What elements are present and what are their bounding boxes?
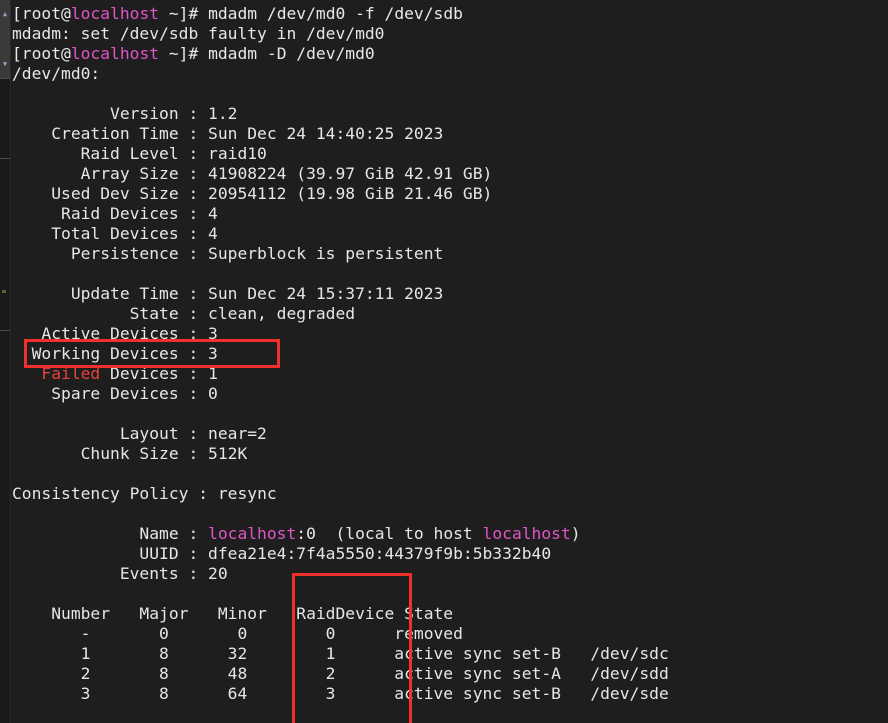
detail-label: Persistence : <box>12 244 209 263</box>
prompt-hostname: localhost <box>70 44 160 63</box>
detail-value: 3 <box>208 344 218 363</box>
scrollbar-divider <box>0 330 10 331</box>
detail-label: UUID : <box>12 544 209 563</box>
detail-events: Events : 20 <box>11 564 888 584</box>
prompt-prefix: [root@ <box>12 44 71 63</box>
detail-value: 20954112 (19.98 GiB 21.46 GB) <box>208 184 493 203</box>
detail-label: Raid Devices : <box>12 204 209 223</box>
detail-value: clean, degraded <box>208 304 356 323</box>
detail-layout: Layout : near=2 <box>11 424 888 444</box>
scrollbar-divider <box>0 158 10 159</box>
detail-value-hostname: localhost <box>208 524 297 543</box>
detail-label: Devices : <box>100 364 209 383</box>
detail-label: Name : <box>12 524 209 543</box>
detail-label: Creation Time : <box>12 124 209 143</box>
detail-value: Sun Dec 24 14:40:25 2023 <box>208 124 444 143</box>
detail-value: 0 <box>208 384 218 403</box>
detail-label: Spare Devices : <box>12 384 209 403</box>
detail-version: Version : 1.2 <box>11 104 888 124</box>
detail-active-devices: Active Devices : 3 <box>11 324 888 344</box>
detail-uuid: UUID : dfea21e4:7f4a5550:44379f9b:5b332b… <box>11 544 888 564</box>
table-row: 3 8 64 3 active sync set-B /dev/sde <box>12 684 669 703</box>
command-text: mdadm /dev/md0 -f /dev/sdb <box>208 4 463 23</box>
detail-value: 3 <box>208 324 218 343</box>
detail-value: resync <box>217 484 277 503</box>
detail-used-dev-size: Used Dev Size : 20954112 (19.98 GiB 21.4… <box>11 184 888 204</box>
device-table-header: Number Major Minor RaidDevice State <box>12 604 454 623</box>
detail-label: Active Devices : <box>12 324 209 343</box>
detail-working-devices: Working Devices : 3 <box>11 344 888 364</box>
scrollbar-up-arrow-icon[interactable]: ▲ <box>1 10 9 18</box>
table-row: 1 8 32 1 active sync set-B /dev/sdc <box>12 644 669 663</box>
detail-value: dfea21e4:7f4a5550:44379f9b:5b332b40 <box>208 544 552 563</box>
detail-value: 512K <box>208 444 248 463</box>
detail-value: near=2 <box>208 424 267 443</box>
detail-array-size: Array Size : 41908224 (39.97 GiB 42.91 G… <box>11 164 888 184</box>
detail-label: State : <box>12 304 209 323</box>
detail-spare-devices: Spare Devices : 0 <box>11 384 888 404</box>
detail-chunk-size: Chunk Size : 512K <box>11 444 888 464</box>
scrollbar-down-arrow-icon[interactable]: ▼ <box>1 60 9 68</box>
prompt-suffix: ~]# <box>159 4 209 23</box>
detail-update-time: Update Time : Sun Dec 24 15:37:11 2023 <box>11 284 888 304</box>
detail-label: Version : <box>12 104 209 123</box>
failed-keyword: Failed <box>41 364 101 383</box>
terminal-screen[interactable]: [root@localhost ~]# mdadm /dev/md0 -f /d… <box>11 0 888 723</box>
scrollbar-divider <box>0 78 10 79</box>
detail-label: Update Time : <box>12 284 209 303</box>
command-output-1: mdadm: set /dev/sdb faulty in /dev/md0 <box>12 24 385 43</box>
detail-label: Consistency Policy : <box>12 484 218 503</box>
detail-value: 20 <box>208 564 228 583</box>
detail-state: State : clean, degraded <box>11 304 888 324</box>
detail-label: Chunk Size : <box>12 444 209 463</box>
detail-value: Superblock is persistent <box>208 244 444 263</box>
detail-value-hostname: localhost <box>482 524 571 543</box>
detail-value: 1.2 <box>208 104 238 123</box>
prompt-prefix: [root@ <box>12 4 71 23</box>
detail-label: Layout : <box>12 424 209 443</box>
prompt-line-1: [root@localhost ~]# mdadm /dev/md0 -f /d… <box>11 4 888 24</box>
detail-label: Raid Level : <box>12 144 209 163</box>
detail-value: raid10 <box>208 144 267 163</box>
prompt-suffix: ~]# <box>159 44 209 63</box>
detail-value: 4 <box>208 204 218 223</box>
detail-persistence: Persistence : Superblock is persistent <box>11 244 888 264</box>
detail-total-devices: Total Devices : 4 <box>11 224 888 244</box>
detail-raid-devices: Raid Devices : 4 <box>11 204 888 224</box>
scrollbar-marker <box>2 290 6 293</box>
detail-failed-devices: Failed Devices : 1 <box>11 364 888 384</box>
detail-label: Array Size : <box>12 164 209 183</box>
detail-label-pad <box>12 364 41 383</box>
detail-label: Events : <box>12 564 209 583</box>
table-row: - 0 0 0 removed <box>12 624 463 643</box>
vertical-scrollbar[interactable]: ▲ ▼ <box>0 0 11 723</box>
table-row: 2 8 48 2 active sync set-A /dev/sdd <box>12 664 669 683</box>
detail-label: Working Devices : <box>12 344 209 363</box>
detail-value: 41908224 (39.97 GiB 42.91 GB) <box>208 164 493 183</box>
detail-name: Name : localhost:0 (local to host localh… <box>11 524 888 544</box>
detail-value: ) <box>570 524 581 543</box>
detail-value: :0 (local to host <box>296 524 483 543</box>
detail-value: Sun Dec 24 15:37:11 2023 <box>208 284 444 303</box>
detail-creation-time: Creation Time : Sun Dec 24 14:40:25 2023 <box>11 124 888 144</box>
terminal-window: ▲ ▼ [root@localhost ~]# mdadm /dev/md0 -… <box>0 0 888 723</box>
detail-label: Total Devices : <box>12 224 209 243</box>
prompt-line-2: [root@localhost ~]# mdadm -D /dev/md0 <box>11 44 888 64</box>
command-text: mdadm -D /dev/md0 <box>208 44 375 63</box>
detail-value: 1 <box>208 364 218 383</box>
detail-consistency-policy: Consistency Policy : resync <box>11 484 888 504</box>
detail-label: Used Dev Size : <box>12 184 209 203</box>
md-device-header: /dev/md0: <box>12 64 101 83</box>
prompt-hostname: localhost <box>70 4 160 23</box>
detail-raid-level: Raid Level : raid10 <box>11 144 888 164</box>
detail-value: 4 <box>208 224 218 243</box>
